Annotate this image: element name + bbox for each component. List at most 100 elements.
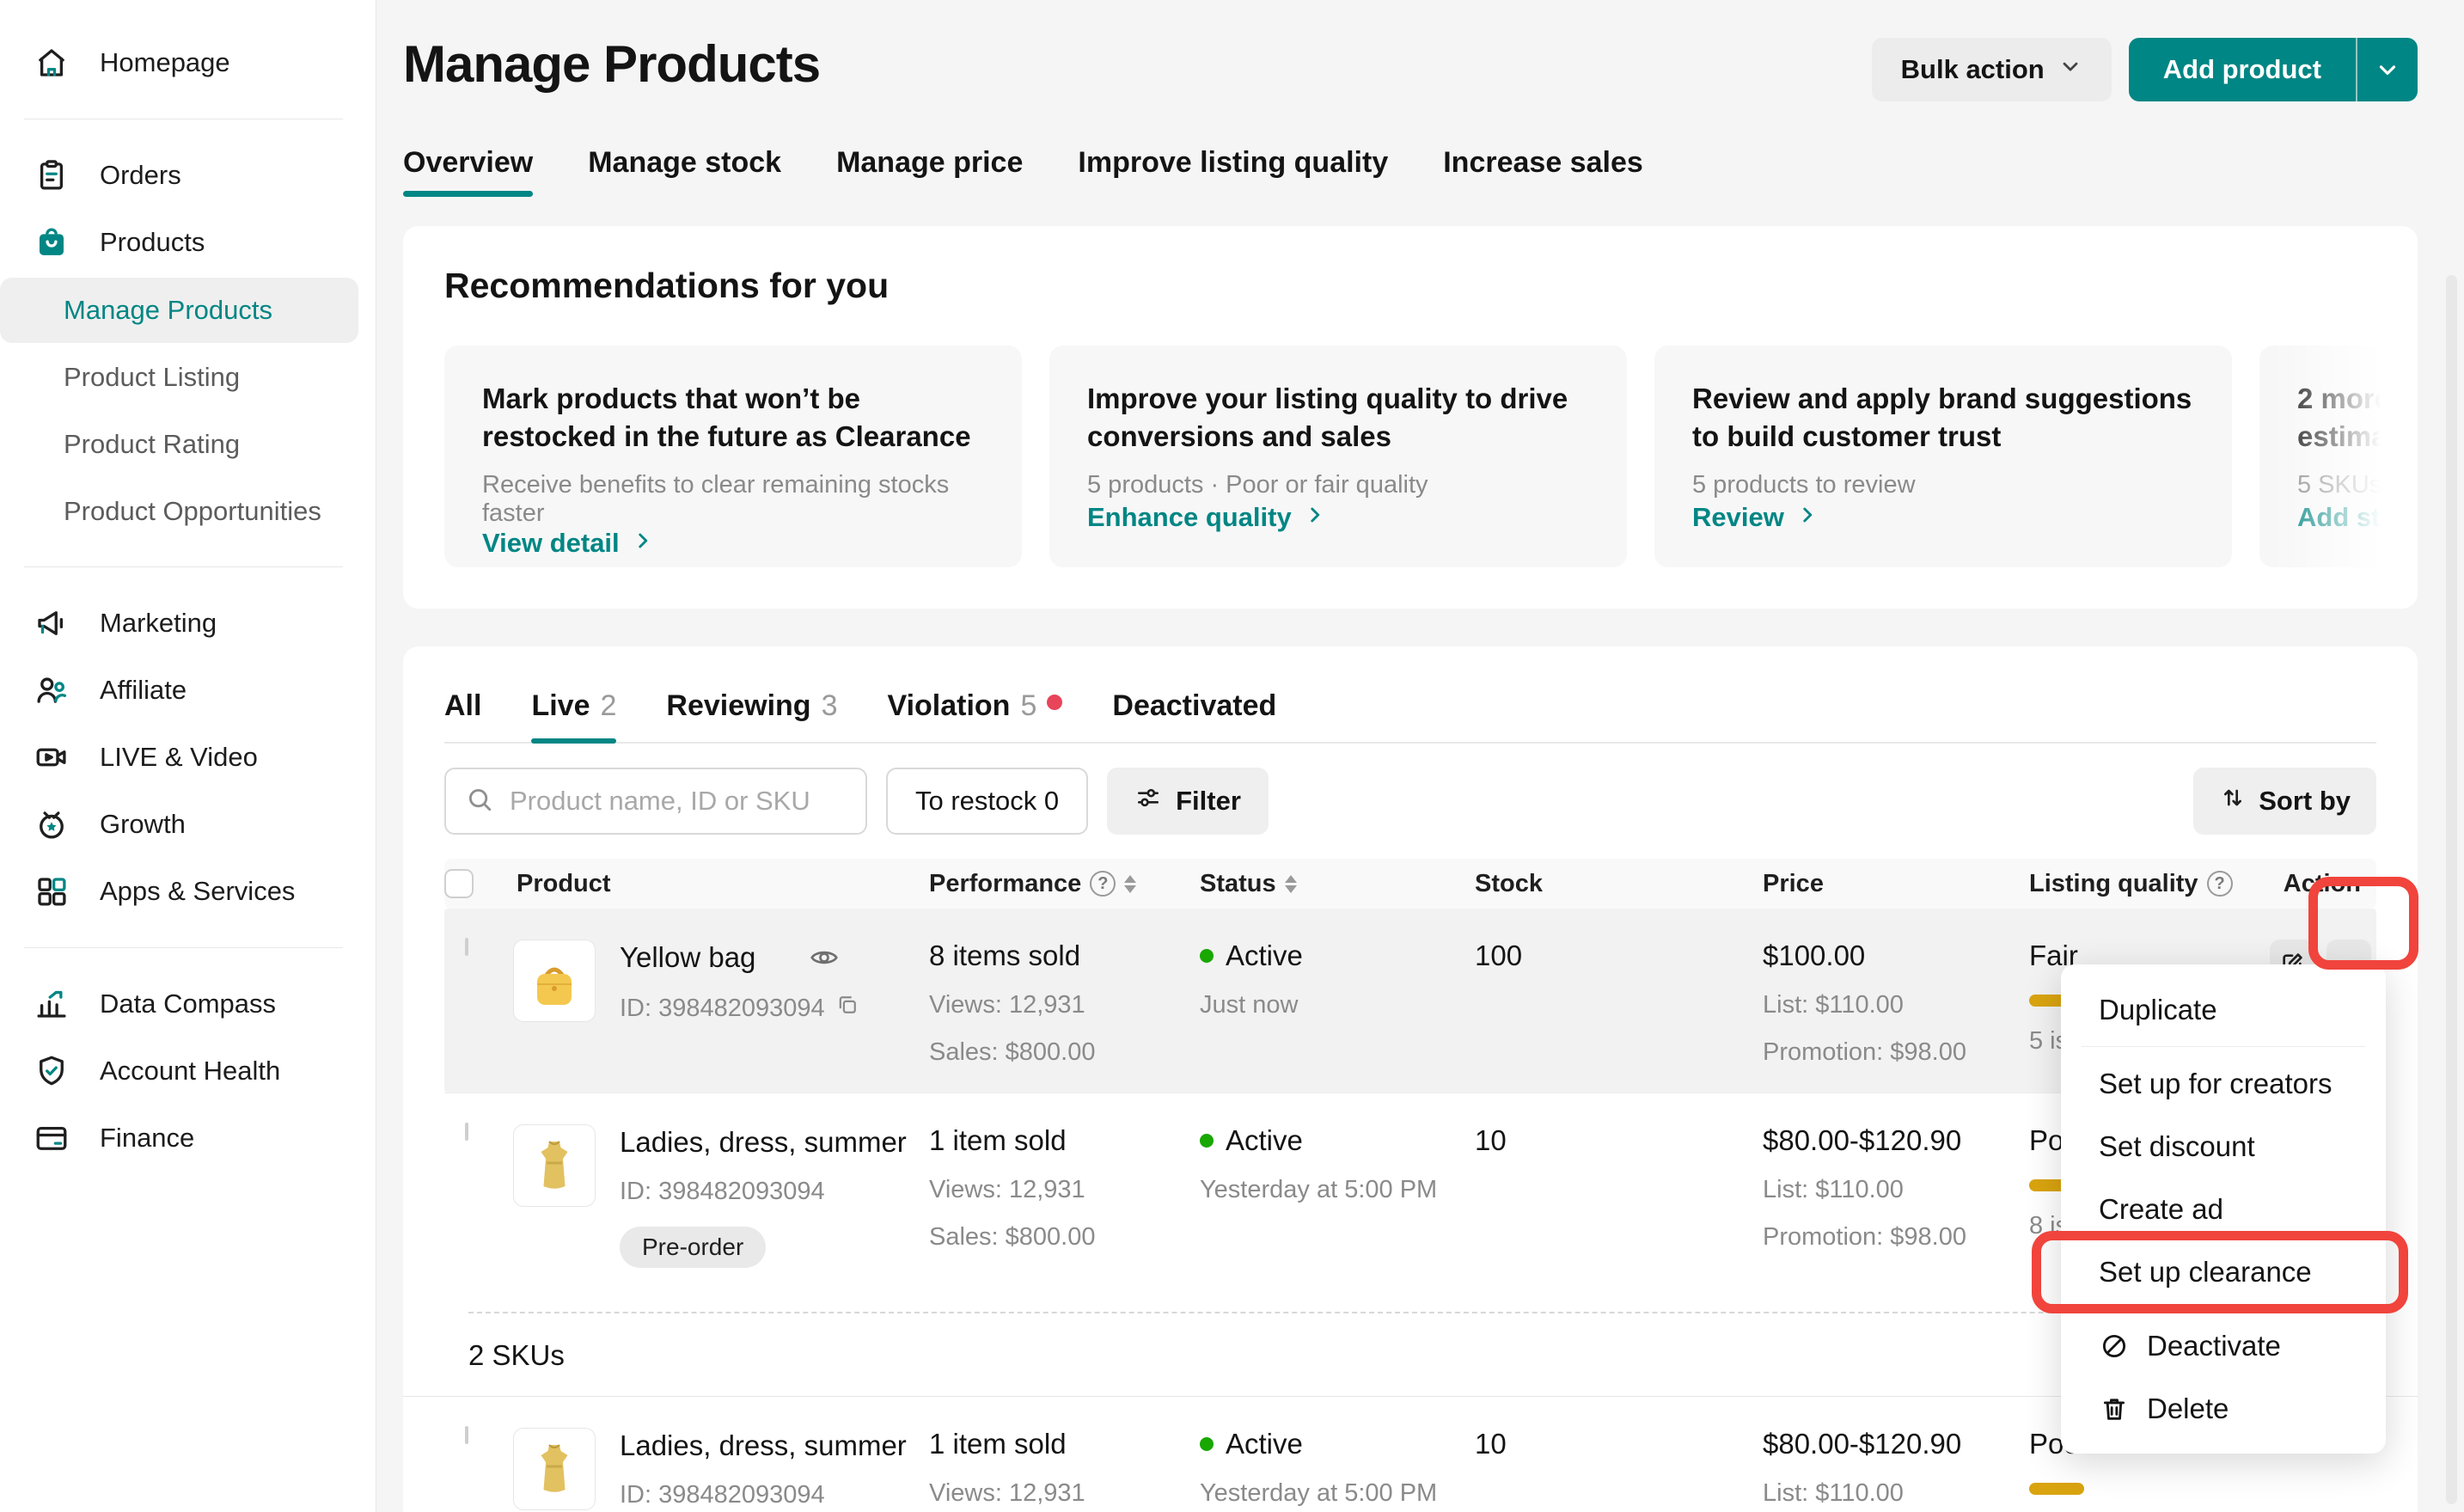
tab-manage-stock[interactable]: Manage stock	[588, 146, 781, 197]
bulk-action-button[interactable]: Bulk action	[1872, 38, 2112, 101]
tab-all[interactable]: All	[444, 689, 481, 742]
sales: Sales: $800.00	[929, 1038, 1200, 1067]
search-box[interactable]	[444, 768, 867, 835]
active-dot	[1200, 1437, 1214, 1451]
filter-button[interactable]: Filter	[1107, 768, 1269, 835]
sidebar-item-homepage[interactable]: Homepage	[0, 29, 376, 96]
menu-item-set-up-for-creators[interactable]: Set up for creators	[2061, 1052, 2386, 1115]
menu-item-delete[interactable]: Delete	[2061, 1377, 2386, 1440]
add-stock-link[interactable]: Add stock	[2297, 502, 2418, 533]
active-dot	[1200, 1134, 1214, 1148]
tab-manage-price[interactable]: Manage price	[836, 146, 1023, 197]
menu-item-deactivate[interactable]: Deactivate	[2061, 1314, 2386, 1377]
tab-increase-sales[interactable]: Increase sales	[1443, 146, 1643, 197]
recommendation-card-clearance[interactable]: Mark products that won’t be restocked in…	[444, 346, 1022, 567]
preview-eye-icon[interactable]	[809, 942, 840, 973]
to-restock-button[interactable]: To restock 0	[886, 768, 1088, 835]
table-toolbar: To restock 0 Filter Sort by	[444, 768, 2376, 835]
tab-improve-listing-quality[interactable]: Improve listing quality	[1078, 146, 1388, 197]
recommendation-card-add-stock[interactable]: 2 more SKestimated 5 SKUs · To Add stock	[2259, 346, 2418, 567]
menu-item-set-up-clearance[interactable]: Set up clearance	[2061, 1240, 2386, 1303]
finance-icon	[33, 1119, 70, 1157]
price-value: $80.00-$120.90	[1763, 1124, 2029, 1157]
product-id: ID: 398482093094	[620, 1178, 825, 1206]
help-icon[interactable]: ?	[2207, 871, 2233, 897]
menu-item-create-ad[interactable]: Create ad	[2061, 1178, 2386, 1240]
product-name: Ladies, dress, summer	[620, 1126, 907, 1159]
status-time: Just now	[1200, 991, 1475, 1019]
stock-value: 10	[1475, 1124, 1763, 1157]
sidebar-item-products[interactable]: Products	[0, 209, 376, 276]
sidebar-item-manage-products[interactable]: Manage Products	[0, 278, 358, 343]
sidebar-item-product-listing[interactable]: Product Listing	[0, 345, 358, 410]
affiliate-icon	[33, 671, 70, 709]
sidebar-item-growth[interactable]: Growth	[0, 791, 376, 858]
active-dot	[1200, 949, 1214, 963]
sort-icon	[2219, 784, 2247, 818]
add-product-caret[interactable]	[2356, 38, 2418, 101]
trash-icon	[2099, 1393, 2130, 1424]
sidebar-item-marketing[interactable]: Marketing	[0, 590, 376, 657]
sidebar-item-apps-services[interactable]: Apps & Services	[0, 858, 376, 925]
sidebar-item-label: Apps & Services	[100, 876, 295, 907]
sort-caret-icon[interactable]	[1285, 875, 1297, 893]
sidebar-item-label: Orders	[100, 160, 181, 191]
tab-overview[interactable]: Overview	[403, 146, 533, 197]
row-actions-menu: Duplicate Set up for creators Set discou…	[2061, 964, 2386, 1454]
row-checkbox[interactable]	[465, 1426, 468, 1444]
help-icon[interactable]: ?	[1090, 871, 1116, 897]
sidebar-item-orders[interactable]: Orders	[0, 142, 376, 209]
views: Views: 12,931	[929, 991, 1200, 1019]
tab-reviewing[interactable]: Reviewing3	[666, 689, 837, 742]
recommendations-panel: Recommendations for you Mark products th…	[403, 226, 2418, 609]
tab-deactivated[interactable]: Deactivated	[1112, 689, 1276, 742]
status-tabs: All Live2 Reviewing3 Violation5 Deactiva…	[444, 689, 2376, 744]
list-price: List: $110.00	[1763, 991, 2029, 1019]
product-name: Yellow bag	[620, 941, 755, 974]
copy-icon[interactable]	[835, 993, 859, 1024]
sort-caret-icon[interactable]	[1124, 875, 1136, 893]
sidebar-item-label: LIVE & Video	[100, 742, 258, 773]
views: Views: 12,931	[929, 1176, 1200, 1204]
price-value: $80.00-$120.90	[1763, 1428, 2029, 1460]
sidebar-item-product-rating[interactable]: Product Rating	[0, 412, 358, 477]
status-badge: Active	[1226, 940, 1303, 972]
menu-item-set-discount[interactable]: Set discount	[2061, 1115, 2386, 1178]
sidebar-item-account-health[interactable]: Account Health	[0, 1038, 376, 1105]
price-value: $100.00	[1763, 940, 2029, 972]
page-header: Manage Products Bulk action Add product	[403, 34, 2418, 101]
scrollbar[interactable]	[2446, 275, 2457, 1504]
sidebar-item-label: Affiliate	[100, 675, 186, 706]
menu-divider	[2082, 1308, 2365, 1309]
status-badge: Active	[1226, 1428, 1303, 1460]
tab-violation[interactable]: Violation5	[888, 689, 1063, 742]
select-all-checkbox[interactable]	[444, 869, 474, 898]
add-product-button[interactable]: Add product	[2129, 38, 2418, 101]
product-image-yellow-bag	[513, 940, 596, 1022]
enhance-quality-link[interactable]: Enhance quality	[1087, 502, 1589, 533]
menu-divider	[2082, 1046, 2365, 1047]
product-image-dress	[513, 1428, 596, 1510]
sidebar-item-live-video[interactable]: LIVE & Video	[0, 724, 376, 791]
recommendation-card-listing-quality[interactable]: Improve your listing quality to drive co…	[1049, 346, 1627, 567]
preorder-badge: Pre-order	[620, 1227, 766, 1268]
sidebar-item-product-opportunities[interactable]: Product Opportunities	[0, 479, 358, 544]
page-tabs: Overview Manage stock Manage price Impro…	[403, 146, 2418, 197]
recommendation-card-brand-suggestions[interactable]: Review and apply brand suggestions to bu…	[1654, 346, 2232, 567]
items-sold: 1 item sold	[929, 1428, 1200, 1460]
tab-live[interactable]: Live2	[531, 689, 616, 742]
sidebar-item-data-compass[interactable]: Data Compass	[0, 970, 376, 1038]
row-checkbox[interactable]	[465, 1123, 468, 1141]
sort-by-button[interactable]: Sort by	[2193, 768, 2376, 835]
menu-item-duplicate[interactable]: Duplicate	[2061, 978, 2386, 1041]
status-badge: Active	[1226, 1124, 1303, 1157]
app-root: Homepage Orders Products Manage Products…	[0, 0, 2464, 1512]
sidebar-item-label: Finance	[100, 1123, 194, 1154]
search-input[interactable]	[510, 786, 847, 817]
sidebar-item-finance[interactable]: Finance	[0, 1105, 376, 1172]
product-name: Ladies, dress, summer	[620, 1429, 907, 1462]
review-link[interactable]: Review	[1692, 502, 2194, 533]
view-detail-link[interactable]: View detail	[482, 528, 984, 559]
row-checkbox[interactable]	[465, 938, 468, 956]
sidebar-item-affiliate[interactable]: Affiliate	[0, 657, 376, 724]
